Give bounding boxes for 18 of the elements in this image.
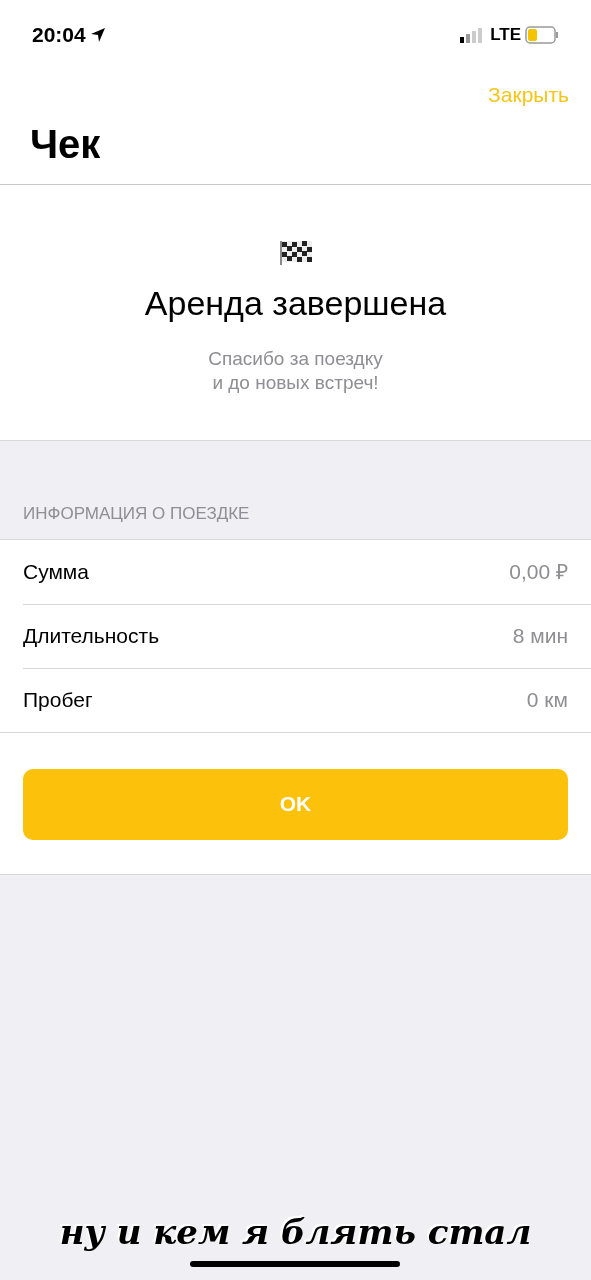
info-value: 0,00 ₽ [509, 558, 568, 585]
info-label: Пробег [23, 687, 93, 714]
close-button[interactable]: Закрыть [488, 79, 569, 111]
location-arrow-icon [89, 27, 106, 43]
battery-icon [525, 26, 559, 44]
info-value: 0 км [526, 687, 568, 714]
rental-status-heading: Аренда завершена [144, 283, 447, 324]
status-time: 20:04 [32, 22, 86, 49]
info-label: Сумма [23, 558, 89, 585]
network-label: LTE [490, 24, 521, 47]
info-value: 8 мин [512, 623, 568, 650]
meme-caption: ну и кем я блять стал [58, 1212, 533, 1252]
checkered-flag-icon [277, 240, 314, 266]
page-title: Чек [30, 121, 102, 168]
thanks-message: Спасибо за поездку и до новых встреч! [208, 347, 383, 395]
section-header: ИНФОРМАЦИЯ О ПОЕЗДКЕ [22, 503, 251, 525]
ok-button[interactable]: OK [23, 768, 568, 840]
info-label: Длительность [23, 623, 160, 650]
